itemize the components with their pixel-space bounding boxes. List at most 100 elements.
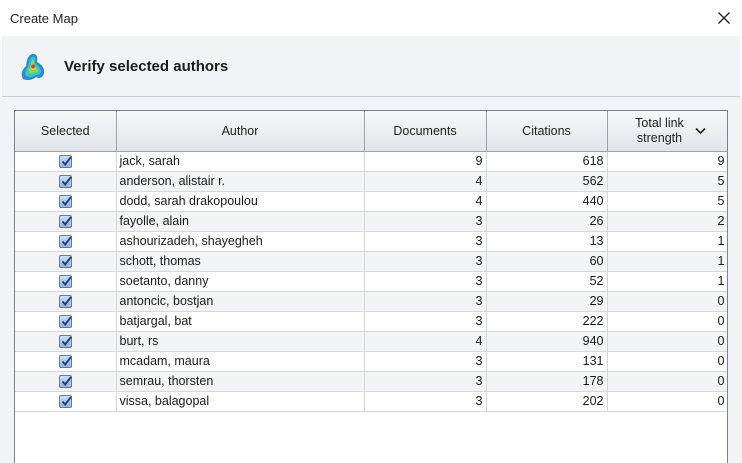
citations-cell: 562 (486, 171, 608, 192)
table-body: jack, sarah 9 618 9 anderson, alistair r. 4 56… (15, 151, 727, 412)
column-header-line-2: strength (636, 130, 683, 145)
dialog-header: Verify selected authors (2, 36, 740, 97)
link-strength-cell: 0 (607, 331, 727, 352)
row-selected-cell[interactable] (15, 151, 117, 172)
table-row[interactable]: burt, rs 4 940 0 (15, 331, 727, 352)
table-row[interactable]: fayolle, alain 3 26 2 (15, 211, 727, 232)
documents-cell: 3 (364, 311, 487, 332)
documents-cell: 3 (364, 271, 487, 292)
chevron-down-icon (694, 124, 706, 138)
table-row[interactable]: jack, sarah 9 618 9 (15, 151, 727, 172)
documents-cell: 9 (364, 151, 487, 172)
table-row[interactable]: vissa, balagopal 3 202 0 (15, 391, 727, 412)
selected-checkbox[interactable] (58, 255, 72, 269)
checkmark-icon (61, 196, 72, 207)
documents-cell: 3 (364, 351, 487, 372)
link-strength-cell: 1 (607, 251, 727, 272)
citations-cell: 13 (486, 231, 608, 252)
author-cell: ashourizadeh, shayegheh (116, 231, 365, 252)
author-cell: fayolle, alain (116, 211, 365, 232)
author-cell: soetanto, danny (116, 271, 365, 292)
table-row[interactable]: semrau, thorsten 3 178 0 (15, 371, 727, 392)
checkmark-icon (61, 356, 72, 367)
column-header-citations[interactable]: Citations (486, 111, 608, 152)
selected-checkbox[interactable] (58, 215, 72, 229)
window-titlebar: Create Map (0, 0, 742, 36)
heatmap-logo-icon (17, 49, 51, 83)
checkmark-icon (61, 316, 72, 327)
selected-checkbox[interactable] (58, 295, 72, 309)
row-selected-cell[interactable] (15, 191, 117, 212)
row-selected-cell[interactable] (15, 331, 117, 352)
table-row[interactable]: anderson, alistair r. 4 562 5 (15, 171, 727, 192)
author-cell: dodd, sarah drakopoulou (116, 191, 365, 212)
column-header-total-link-strength[interactable]: Total link strength (607, 111, 727, 152)
row-selected-cell[interactable] (15, 291, 117, 312)
table-row[interactable]: batjargal, bat 3 222 0 (15, 311, 727, 332)
table-row[interactable]: antoncic, bostjan 3 29 0 (15, 291, 727, 312)
row-selected-cell[interactable] (15, 171, 117, 192)
documents-cell: 3 (364, 371, 487, 392)
link-strength-cell: 1 (607, 231, 727, 252)
documents-cell: 3 (364, 251, 487, 272)
checkmark-icon (61, 156, 72, 167)
page-title: Verify selected authors (64, 58, 229, 75)
selected-checkbox[interactable] (58, 155, 72, 169)
row-selected-cell[interactable] (15, 251, 117, 272)
link-strength-cell: 1 (607, 271, 727, 292)
link-strength-cell: 0 (607, 311, 727, 332)
authors-table: Selected Author Documents Citations Tota… (14, 110, 728, 463)
citations-cell: 131 (486, 351, 608, 372)
author-cell: anderson, alistair r. (116, 171, 365, 192)
table-row[interactable]: ashourizadeh, shayegheh 3 13 1 (15, 231, 727, 252)
documents-cell: 4 (364, 191, 487, 212)
citations-cell: 29 (486, 291, 608, 312)
column-header-documents[interactable]: Documents (364, 111, 487, 152)
documents-cell: 3 (364, 291, 487, 312)
selected-checkbox[interactable] (58, 355, 72, 369)
selected-checkbox[interactable] (58, 175, 72, 189)
selected-checkbox[interactable] (58, 315, 72, 329)
close-icon[interactable] (714, 8, 734, 28)
row-selected-cell[interactable] (15, 271, 117, 292)
selected-checkbox[interactable] (58, 335, 72, 349)
row-selected-cell[interactable] (15, 351, 117, 372)
table-header-row: Selected Author Documents Citations Tota… (15, 111, 727, 152)
selected-checkbox[interactable] (58, 395, 72, 409)
link-strength-cell: 5 (607, 171, 727, 192)
documents-cell: 3 (364, 391, 487, 412)
row-selected-cell[interactable] (15, 211, 117, 232)
column-header-selected[interactable]: Selected (15, 111, 117, 152)
authors-grid: Selected Author Documents Citations Tota… (15, 111, 727, 412)
selected-checkbox[interactable] (58, 375, 72, 389)
citations-cell: 60 (486, 251, 608, 272)
column-header-line-1: Total link (635, 115, 684, 130)
citations-cell: 222 (486, 311, 608, 332)
row-selected-cell[interactable] (15, 311, 117, 332)
row-selected-cell[interactable] (15, 391, 117, 412)
author-cell: semrau, thorsten (116, 371, 365, 392)
table-row[interactable]: dodd, sarah drakopoulou 4 440 5 (15, 191, 727, 212)
documents-cell: 4 (364, 331, 487, 352)
author-cell: schott, thomas (116, 251, 365, 272)
author-cell: antoncic, bostjan (116, 291, 365, 312)
table-row[interactable]: soetanto, danny 3 52 1 (15, 271, 727, 292)
checkmark-icon (61, 296, 72, 307)
checkmark-icon (61, 176, 72, 187)
row-selected-cell[interactable] (15, 371, 117, 392)
column-header-author[interactable]: Author (116, 111, 365, 152)
link-strength-cell: 5 (607, 191, 727, 212)
row-selected-cell[interactable] (15, 231, 117, 252)
selected-checkbox[interactable] (58, 235, 72, 249)
author-cell: jack, sarah (116, 151, 365, 172)
table-row[interactable]: mcadam, maura 3 131 0 (15, 351, 727, 372)
table-row[interactable]: schott, thomas 3 60 1 (15, 251, 727, 272)
window-title: Create Map (10, 11, 78, 26)
sort-header-text: Total link strength (630, 116, 690, 146)
checkmark-icon (61, 336, 72, 347)
selected-checkbox[interactable] (58, 195, 72, 209)
selected-checkbox[interactable] (58, 275, 72, 289)
checkmark-icon (61, 376, 72, 387)
citations-cell: 940 (486, 331, 608, 352)
link-strength-cell: 9 (607, 151, 727, 172)
